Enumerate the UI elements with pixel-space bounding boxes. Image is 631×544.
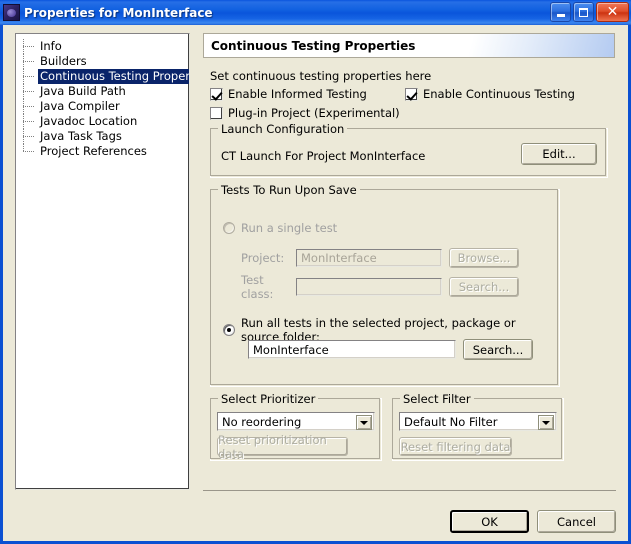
prioritizer-selected-value: No reordering [222,415,301,429]
sidebar-item-label: Info [38,39,64,54]
search-test-class-button[interactable]: Search... [449,277,519,297]
tree-twig [23,61,34,62]
sidebar-item-info[interactable]: Info [16,39,189,54]
checkbox-plugin-project[interactable]: Plug-in Project (Experimental) [210,106,618,120]
properties-icon [3,4,20,21]
tree-twig [23,46,34,47]
properties-tree[interactable]: Info Builders Continuous Testing Propert… [15,33,190,490]
tree-twig [23,121,34,122]
launch-configuration-group-title: Launch Configuration [218,122,347,136]
checkbox-label: Plug-in Project (Experimental) [228,106,400,120]
sidebar-item-label: Java Build Path [38,84,128,99]
properties-dialog: Properties for MonInterface ✕ Info Build… [0,0,631,544]
window-controls: ✕ [550,2,629,22]
select-prioritizer-group: Select Prioritizer No reordering Reset p… [210,398,382,461]
minimize-icon [557,14,565,17]
radio-icon [223,222,235,234]
reset-filtering-data-button[interactable]: Reset filtering data [399,437,512,456]
radio-icon [223,324,235,336]
tree-twig [23,76,34,77]
close-icon: ✕ [607,6,619,18]
ok-button[interactable]: OK [450,510,529,533]
title-bar: Properties for MonInterface ✕ [0,0,631,25]
launch-configuration-name: CT Launch For Project MonInterface [221,149,425,163]
maximize-icon [579,8,588,17]
tests-to-run-group-title: Tests To Run Upon Save [218,183,360,197]
all-tests-row: MonInterface Search... [248,339,548,360]
tree-twig [23,106,34,107]
test-class-row: Test class: Search... [241,273,551,301]
minimize-button[interactable] [550,2,571,22]
sidebar-item-continuous-testing-properties[interactable]: Continuous Testing Properties [16,69,189,84]
reset-prioritization-data-button[interactable]: Reset prioritization data [217,437,348,456]
search-scope-button[interactable]: Search... [463,339,533,360]
sidebar-item-java-task-tags[interactable]: Java Task Tags [16,129,189,144]
sidebar-item-label: Javadoc Location [38,114,139,129]
all-tests-scope-field[interactable]: MonInterface [248,340,456,359]
checkbox-enable-continuous-testing[interactable]: Enable Continuous Testing [405,87,575,101]
checkbox-row-1: Enable Informed Testing Enable Continuou… [210,87,618,101]
select-prioritizer-group-title: Select Prioritizer [218,392,318,406]
checkbox-icon [405,88,418,101]
page-header: Continuous Testing Properties [203,33,615,58]
sidebar-item-label: Java Task Tags [38,129,124,144]
prioritizer-dropdown[interactable]: No reordering [217,412,375,431]
bottom-groups: Select Prioritizer No reordering Reset p… [210,398,618,461]
checkbox-label: Enable Informed Testing [228,87,367,101]
sidebar-item-java-compiler[interactable]: Java Compiler [16,99,189,114]
close-button[interactable]: ✕ [596,2,629,22]
tests-to-run-group: Tests To Run Upon Save Run a single test… [210,189,560,387]
checkbox-icon [210,107,223,120]
project-label: Project: [241,251,296,265]
window-title: Properties for MonInterface [24,6,213,20]
radio-run-single-test[interactable]: Run a single test [223,221,337,235]
filter-dropdown[interactable]: Default No Filter [399,412,557,431]
sidebar-item-label: Continuous Testing Properties [38,69,190,84]
checkbox-enable-informed-testing[interactable]: Enable Informed Testing [210,87,405,101]
tree-twig [23,91,34,92]
tree-twig [23,151,34,152]
cancel-button[interactable]: Cancel [537,510,616,533]
maximize-button[interactable] [573,2,594,22]
chevron-down-icon[interactable] [538,415,554,430]
sidebar-item-label: Java Compiler [38,99,122,114]
launch-configuration-group: Launch Configuration CT Launch For Proje… [210,128,608,178]
project-row: Project: MonInterface Browse... [241,248,551,268]
select-filter-group-title: Select Filter [400,392,474,406]
dialog-buttons: OK Cancel [450,510,616,533]
sidebar-item-label: Builders [38,54,89,69]
page-description: Set continuous testing properties here [210,69,618,83]
radio-label: Run a single test [241,221,337,235]
sidebar-item-builders[interactable]: Builders [16,54,189,69]
properties-page: Continuous Testing Properties Set contin… [203,33,618,461]
tree-twig [23,136,34,137]
test-class-field[interactable] [296,278,442,296]
page-title: Continuous Testing Properties [204,39,415,53]
project-field[interactable]: MonInterface [296,249,442,267]
sidebar-item-label: Project References [38,144,149,159]
filter-selected-value: Default No Filter [404,415,497,429]
checkbox-label: Enable Continuous Testing [423,87,575,101]
edit-button[interactable]: Edit... [521,143,597,165]
checkbox-icon [210,88,223,101]
browse-button[interactable]: Browse... [449,248,519,268]
test-class-label: Test class: [241,273,296,301]
sidebar-item-project-references[interactable]: Project References [16,144,189,159]
sidebar-item-javadoc-location[interactable]: Javadoc Location [16,114,189,129]
chevron-down-icon[interactable] [356,415,372,430]
footer-separator [203,490,616,491]
select-filter-group: Select Filter Default No Filter Reset fi… [392,398,564,461]
sidebar-item-java-build-path[interactable]: Java Build Path [16,84,189,99]
